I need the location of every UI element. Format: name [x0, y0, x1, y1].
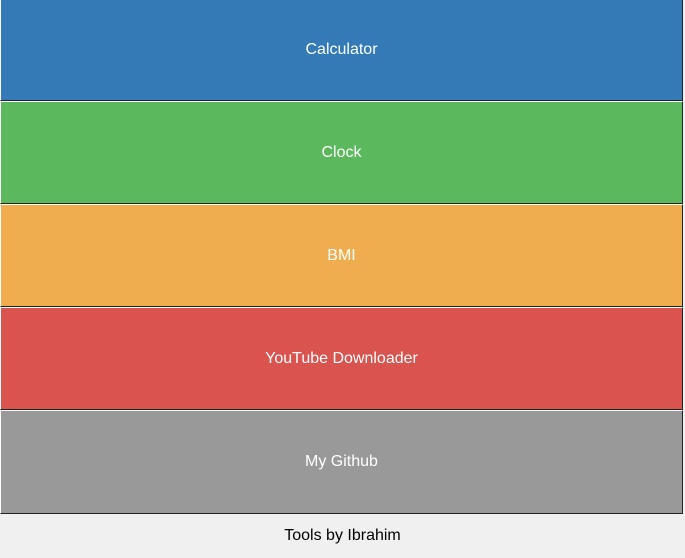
clock-button-label: Clock: [321, 143, 362, 161]
clock-button[interactable]: Clock: [0, 101, 683, 204]
calculator-button-label: Calculator: [305, 41, 378, 58]
calculator-button[interactable]: Calculator: [0, 0, 683, 101]
my-github-button[interactable]: My Github: [0, 410, 683, 514]
youtube-downloader-button[interactable]: YouTube Downloader: [0, 307, 683, 410]
app-window: Calculator Clock BMI YouTube Downloader …: [0, 0, 685, 558]
bmi-button-label: BMI: [327, 246, 356, 264]
my-github-button-label: My Github: [305, 453, 378, 470]
bmi-button[interactable]: BMI: [0, 204, 683, 307]
footer-credit: Tools by Ibrahim: [0, 514, 685, 558]
youtube-downloader-button-label: YouTube Downloader: [265, 349, 418, 367]
footer-text: Tools by Ibrahim: [284, 527, 401, 544]
